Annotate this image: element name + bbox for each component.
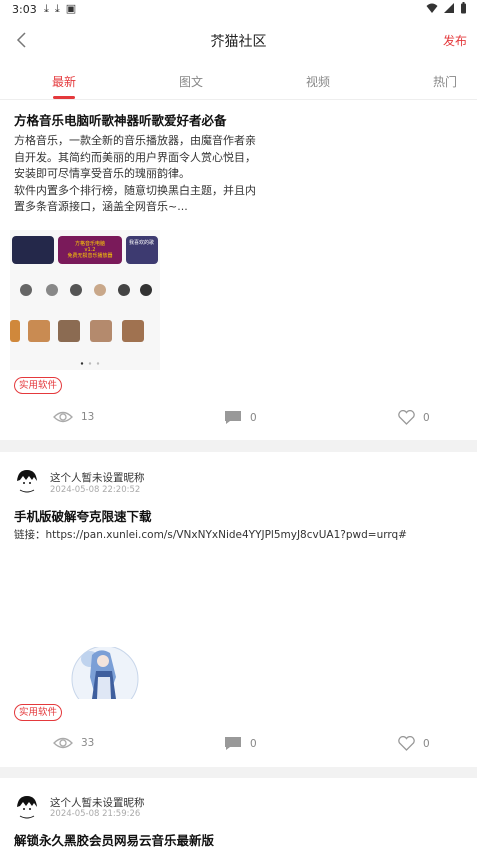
tab-label: 热门 (432, 75, 457, 89)
comment-icon (225, 737, 241, 750)
artist-avatar (118, 284, 130, 296)
eye-icon (53, 737, 73, 749)
post-date: 2024-05-08 22:20:52 (50, 485, 141, 495)
publish-button[interactable]: 发布 (443, 32, 467, 49)
avatar[interactable] (14, 468, 40, 494)
pager-dots (80, 362, 100, 365)
view-count-value: 13 (81, 411, 95, 423)
post-link[interactable]: 链接：https://pan.xunlei.com/s/VNxNYxNide4Y… (14, 527, 464, 542)
view-count-value: 33 (81, 737, 95, 749)
post-title: 手机版破解夸克限速下载 (14, 509, 152, 524)
image-header (10, 220, 160, 230)
tab-label: 最新 (51, 75, 76, 89)
tab-video[interactable]: 视频 (288, 73, 348, 90)
post-image[interactable]: 方格音乐电脑 v1.2 免费无损音乐播放器 我喜欢的歌 (10, 220, 160, 370)
category-tag[interactable]: 实用软件 (14, 704, 63, 721)
comment-count: 0 (250, 411, 257, 424)
page-title: 芥猫社区 (210, 34, 267, 50)
comment-icon (225, 411, 241, 424)
tab-latest[interactable]: 最新 (34, 73, 94, 99)
post-body-line: 安装即可尽情享受音乐的瑰丽韵律。 (14, 167, 190, 180)
anime-character-illustration (71, 647, 139, 699)
banner-text: 免费无损音乐播放器 (67, 253, 113, 259)
artist-avatar (94, 284, 106, 296)
app-notification-icon: ▣ (65, 2, 77, 15)
post-title: 解锁永久黑胶会员网易云音乐最新版 (14, 833, 215, 848)
active-tab-indicator (53, 96, 75, 99)
image-banner (12, 236, 54, 264)
comment-button[interactable]: 0 (224, 410, 257, 425)
post-body-line: 软件内置多个排行榜，随意切换黑白主题，并且内 (14, 183, 256, 197)
app-bar: 芥猫社区 发布 (0, 22, 477, 62)
status-time: 3:03 (12, 3, 37, 16)
tab-label: 视频 (305, 75, 330, 89)
heart-icon (398, 410, 415, 425)
battery-icon (461, 2, 466, 14)
artist-avatar (46, 284, 58, 296)
like-button[interactable]: 0 (398, 736, 430, 751)
post-body-line: 置多条音源接口，涵盖全网音乐~... (14, 200, 188, 213)
artist-avatar (140, 284, 152, 296)
post-title: 方格音乐电脑听歌神器听歌爱好者必备 (14, 113, 227, 128)
post-image[interactable] (70, 647, 140, 699)
artist-avatar (70, 284, 82, 296)
user-avatar-icon (14, 468, 40, 494)
avatar[interactable] (14, 794, 40, 820)
tab-image-text[interactable]: 图文 (161, 73, 221, 90)
signal-icon (444, 3, 454, 13)
tab-label: 图文 (178, 75, 203, 89)
post-card[interactable]: 这个人暂未设置昵称 2024-05-08 22:20:52 手机版破解夸克限速下… (0, 452, 477, 767)
download-icon: ⤓ (54, 2, 60, 15)
post-body-line: 自开发。其简约而美丽的用户界面令人赏心悦目， (14, 150, 256, 164)
album-cover (58, 320, 80, 342)
post-card[interactable]: 方格音乐电脑听歌神器听歌爱好者必备 方格音乐，一款全新的音乐播放器，由魔音作者亲… (0, 100, 477, 440)
tab-bar: 最新 图文 视频 热门 (0, 62, 477, 100)
album-cover (10, 320, 20, 342)
download-icon: ⤓ (44, 2, 49, 15)
like-count: 0 (423, 411, 430, 424)
like-count: 0 (423, 737, 430, 750)
comment-button[interactable]: 0 (224, 736, 257, 751)
wifi-icon (426, 3, 438, 13)
like-button[interactable]: 0 (398, 410, 430, 425)
author-name[interactable]: 这个人暂未设置昵称 (50, 795, 145, 810)
post-date: 2024-05-08 21:59:26 (50, 809, 141, 819)
heart-icon (398, 736, 415, 751)
category-tag[interactable]: 实用软件 (14, 377, 63, 394)
post-body-line: 方格音乐，一款全新的音乐播放器，由魔音作者亲 (14, 134, 256, 147)
album-cover (28, 320, 50, 342)
album-cover (90, 320, 112, 342)
image-banner: 我喜欢的歌 (126, 236, 158, 264)
post-card[interactable]: 这个人暂未设置昵称 2024-05-08 21:59:26 解锁永久黑胶会员网易… (0, 778, 477, 848)
image-banner: 方格音乐电脑 v1.2 免费无损音乐播放器 (58, 236, 122, 264)
comment-count: 0 (250, 737, 257, 750)
artist-avatar (20, 284, 32, 296)
eye-icon (53, 411, 73, 423)
author-name[interactable]: 这个人暂未设置昵称 (50, 470, 145, 485)
status-bar: 3:03 ⤓ ⤓ ▣ (0, 0, 477, 22)
view-count: 33 (53, 736, 94, 750)
view-count: 13 (53, 410, 94, 424)
post-body: 方格音乐，一款全新的音乐播放器，由魔音作者亲 自开发。其简约而美丽的用户界面令人… (14, 133, 264, 216)
album-cover (122, 320, 144, 342)
user-avatar-icon (14, 794, 40, 820)
banner-text: 我喜欢的歌 (129, 240, 155, 246)
tab-hot[interactable]: 热门 (415, 73, 475, 90)
